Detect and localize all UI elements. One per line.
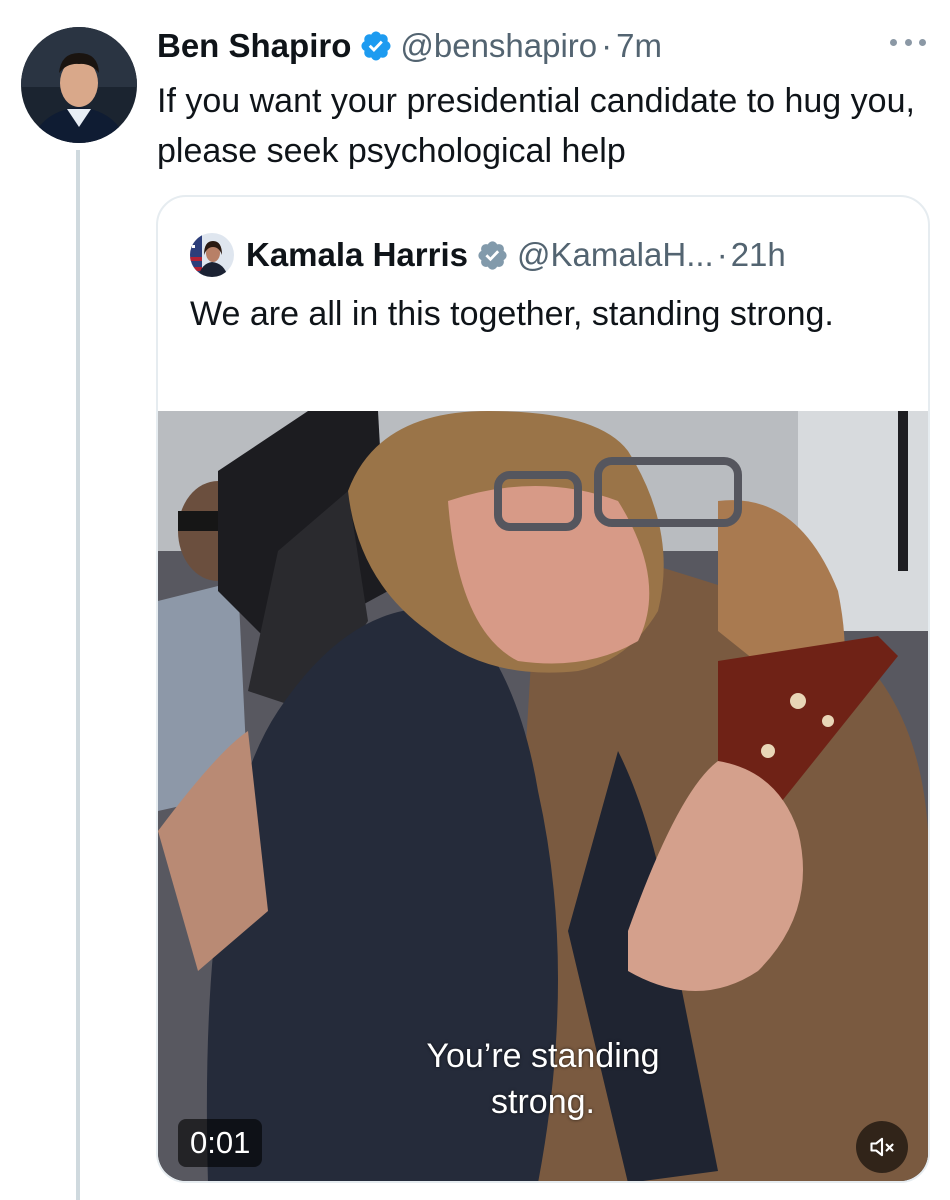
tweet[interactable]: Ben Shapiro @benshapiro · 7m If you want…: [0, 0, 950, 1200]
quoted-author-name[interactable]: Kamala Harris: [246, 236, 468, 274]
quoted-tweet-timestamp[interactable]: 21h: [731, 236, 786, 274]
video-caption: You’re standing strong.: [158, 1033, 928, 1125]
quoted-tweet-text: We are all in this together, standing st…: [190, 295, 834, 333]
volume-muted-icon[interactable]: [856, 1121, 908, 1173]
more-options-icon[interactable]: [890, 30, 926, 54]
tweet-timestamp[interactable]: 7m: [616, 27, 662, 65]
separator-dot: ·: [601, 27, 613, 64]
quoted-avatar[interactable]: [190, 233, 234, 277]
thread-line: [76, 150, 80, 1200]
caption-line-2: strong.: [491, 1083, 595, 1121]
tweet-text: If you want your presidential candidate …: [157, 82, 915, 170]
quoted-author-handle[interactable]: @KamalaH...: [517, 236, 714, 274]
verified-badge-icon: [359, 29, 393, 63]
quoted-tweet[interactable]: Kamala Harris @KamalaH... · 21h We are a…: [156, 195, 930, 1183]
caption-line-1: You’re standing: [426, 1037, 660, 1075]
video-duration: 0:01: [178, 1119, 263, 1167]
author-name[interactable]: Ben Shapiro: [157, 27, 351, 65]
video-player[interactable]: You’re standing strong. 0:01: [158, 411, 928, 1181]
quoted-tweet-header: Kamala Harris @KamalaH... · 21h: [190, 233, 786, 277]
tweet-header: Ben Shapiro @benshapiro · 7m: [157, 24, 662, 68]
verified-badge-icon: [476, 239, 509, 272]
separator-dot: ·: [716, 236, 728, 273]
avatar[interactable]: [21, 27, 137, 143]
author-handle[interactable]: @benshapiro: [400, 27, 597, 65]
